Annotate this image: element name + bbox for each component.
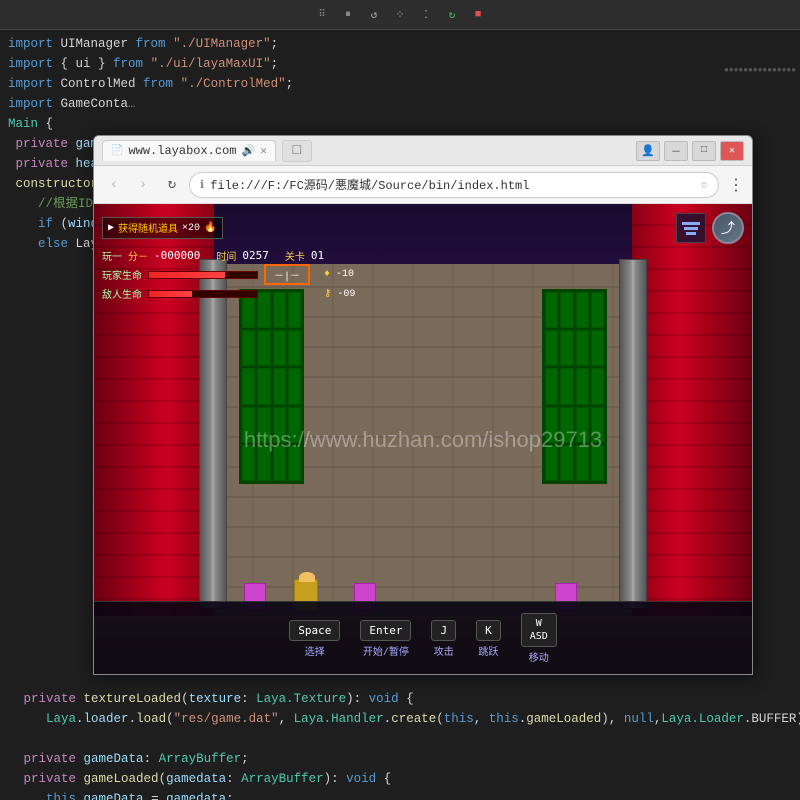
score-value: -000000 xyxy=(154,249,200,262)
code-line: import UIManager from "./UIManager"; xyxy=(0,34,800,54)
forward-btn[interactable]: › xyxy=(131,173,155,197)
player-health-label: 玩家生命 xyxy=(102,267,142,283)
browser-menu-btn[interactable]: ⋮ xyxy=(728,175,744,195)
item-icon: ▶ xyxy=(108,222,114,234)
j-label: 攻击 xyxy=(434,643,454,659)
profile-btn[interactable]: 👤 xyxy=(636,141,660,161)
right-dots: ●●●●●●●●●●●●●●● xyxy=(720,62,800,79)
k-key: K xyxy=(476,620,501,641)
key-value: -09 xyxy=(337,289,355,300)
hud-top: ▶ 获得随机道具 ×20 🔥 ⤴ xyxy=(94,209,752,247)
code-line: import GameConta… xyxy=(0,94,800,114)
column-far-right xyxy=(619,259,647,609)
gem-value: -10 xyxy=(336,269,354,280)
column-far-left xyxy=(199,259,227,609)
tab-title: www.layabox.com xyxy=(128,144,236,158)
toolbar-dots: ⠿ xyxy=(313,6,331,24)
time-label: 时间 xyxy=(216,248,236,263)
control-enter: Enter 开始/暂停 xyxy=(360,620,411,659)
enter-key: Enter xyxy=(360,620,411,641)
code-line-texture: private textureLoaded(texture: Laya.Text… xyxy=(8,689,792,709)
k-label: 跳跃 xyxy=(478,643,498,659)
code-line-gamedata: private gameData: ArrayBuffer; xyxy=(8,749,792,769)
item-flame-icon: 🔥 xyxy=(204,222,216,234)
gem-icon: ♦ xyxy=(324,269,330,280)
time-value: 0257 xyxy=(242,249,269,262)
reload-btn[interactable]: ↻ xyxy=(160,173,184,197)
code-line: Main { xyxy=(0,114,800,134)
code-line-this-gamedata: this.gameData = gamedata; xyxy=(8,789,792,800)
toolbar-stop-btn[interactable]: ■ xyxy=(469,6,487,24)
tab-audio-icon: 🔊 xyxy=(241,144,255,158)
code-line-blank xyxy=(8,729,792,749)
new-tab-btn[interactable]: □ xyxy=(282,140,312,162)
browser-titlebar: 📄 www.layabox.com 🔊 ✕ □ 👤 － □ ✕ xyxy=(94,136,752,166)
bookmark-icon[interactable]: ☆ xyxy=(700,177,708,192)
wasd-label: 移动 xyxy=(529,649,549,665)
browser-window: 📄 www.layabox.com 🔊 ✕ □ 👤 － □ ✕ ‹ › ↻ ℹ … xyxy=(93,135,753,675)
code-editor: import UIManager from "./UIManager"; imp… xyxy=(0,30,800,800)
bottom-code-area: private textureLoaded(texture: Laya.Text… xyxy=(0,685,800,800)
item-count: ×20 xyxy=(182,223,200,234)
game-frame: ▶ 获得随机道具 ×20 🔥 ⤴ 玩一 xyxy=(94,204,752,675)
toolbar-restart-btn[interactable]: ↺ xyxy=(365,6,383,24)
control-k: K 跳跃 xyxy=(476,620,501,659)
minimize-btn[interactable]: － xyxy=(664,141,688,161)
score-prefix: 玩一 xyxy=(102,248,122,263)
space-label: 选择 xyxy=(305,643,325,659)
score-row: 玩一 分－ -000000 时间 0257 关卡 01 xyxy=(102,248,744,263)
back-btn[interactable]: ‹ xyxy=(102,173,126,197)
code-line: import { ui } from "./ui/layaMaxUI"; xyxy=(0,54,800,74)
player-health-bar-fill xyxy=(149,272,225,278)
get-item-label: 获得随机道具 xyxy=(118,220,178,236)
wasd-key: WASD xyxy=(521,613,557,647)
tab-file-icon: 📄 xyxy=(111,145,123,157)
stat-bar-1 xyxy=(682,222,700,225)
stats-icon xyxy=(676,213,706,243)
hud-item-pickup: ▶ 获得随机道具 ×20 🔥 xyxy=(102,217,223,239)
window-controls: 👤 － □ ✕ xyxy=(636,141,744,161)
control-space: Space 选择 xyxy=(289,620,340,659)
toolbar: ⠿ ⏸ ↺ ⁘ ⁚ ↻ ■ xyxy=(0,0,800,30)
enemy-health-bar-bg xyxy=(148,290,258,298)
url-text: file:///F:/FC源码/悪魔城/Source/bin/index.htm… xyxy=(210,176,690,193)
browser-tab[interactable]: 📄 www.layabox.com 🔊 ✕ xyxy=(102,140,276,161)
url-lock-icon: ℹ xyxy=(200,178,204,192)
close-btn[interactable]: ✕ xyxy=(720,141,744,161)
control-wasd: WASD 移动 xyxy=(521,613,557,665)
share-icon[interactable]: ⤴ xyxy=(712,212,744,244)
enemy-health-label: 敌人生命 xyxy=(102,286,142,302)
toolbar-pause-btn[interactable]: ⏸ xyxy=(339,6,357,24)
enemy-health-bar-fill xyxy=(149,291,192,297)
hud-score: 玩一 分－ -000000 时间 0257 关卡 01 玩家生命 －|－ ♦ -… xyxy=(94,246,752,304)
j-key: J xyxy=(431,620,456,641)
control-j: J 攻击 xyxy=(431,620,456,659)
code-line-loader: Laya.loader.load("res/game.dat", Laya.Ha… xyxy=(8,709,792,729)
enemy-health-row: 敌人生命 ⚷ -09 xyxy=(102,286,744,302)
stat-bar-3 xyxy=(686,232,696,235)
enter-label: 开始/暂停 xyxy=(363,643,409,659)
selected-item-display: －|－ xyxy=(264,264,310,285)
stage-label: 关卡 xyxy=(285,248,305,263)
green-window-left xyxy=(239,289,304,484)
toolbar-run-btn[interactable]: ↻ xyxy=(443,6,461,24)
toolbar-step2-btn[interactable]: ⁚ xyxy=(417,6,435,24)
code-line: import ControlMed from "./ControlMed"; xyxy=(0,74,800,94)
player-health-bar-bg xyxy=(148,271,258,279)
tab-close-btn[interactable]: ✕ xyxy=(260,144,267,158)
green-window-right xyxy=(542,289,607,484)
toolbar-step-btn[interactable]: ⁘ xyxy=(391,6,409,24)
space-key: Space xyxy=(289,620,340,641)
browser-navbar: ‹ › ↻ ℹ file:///F:/FC源码/悪魔城/Source/bin/i… xyxy=(94,166,752,204)
stat-bar-2 xyxy=(684,227,698,230)
score-minus: 分－ xyxy=(128,248,148,263)
stage-value: 01 xyxy=(311,249,324,262)
hud-right-icons: ⤴ xyxy=(676,212,744,244)
key-icon: ⚷ xyxy=(324,288,331,300)
url-bar[interactable]: ℹ file:///F:/FC源码/悪魔城/Source/bin/index.h… xyxy=(189,172,719,198)
controls-bar: Space 选择 Enter 开始/暂停 J 攻击 K 跳跃 WASD 移动 xyxy=(94,601,752,675)
health-row: 玩家生命 －|－ ♦ -10 xyxy=(102,264,744,285)
maximize-btn[interactable]: □ xyxy=(692,141,716,161)
code-line-gameloaded: private gameLoaded(gamedata: ArrayBuffer… xyxy=(8,769,792,789)
